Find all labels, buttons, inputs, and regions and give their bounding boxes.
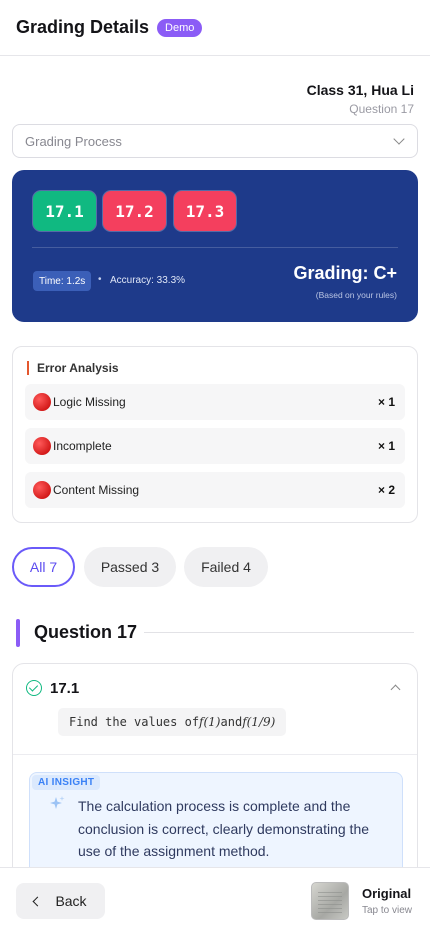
sub-question-id: 17.1 xyxy=(50,680,80,697)
demo-badge: Demo xyxy=(157,18,203,37)
error-count: × 2 xyxy=(377,483,395,497)
math-f2: f(1/9) xyxy=(242,715,276,729)
chevron-left-icon xyxy=(32,896,43,906)
question-prompt: Find the values of f(1) and f(1/9) xyxy=(58,708,287,736)
grade-note: (Based on your rules) xyxy=(315,290,397,300)
math-f1: f(1) xyxy=(199,715,221,729)
red-circle-icon xyxy=(33,437,51,455)
filter-tab-all[interactable]: All 7 xyxy=(12,547,75,587)
divider xyxy=(13,754,417,755)
sub-question-chip-17-1[interactable]: 17.1 xyxy=(33,191,96,231)
prompt-text: Find the values of xyxy=(69,715,200,729)
bottom-bar: Back Original Tap to view xyxy=(0,867,430,932)
grading-summary-card: 17.1 17.2 17.3 Time: 1.2s • Accuracy: 33… xyxy=(12,170,418,322)
error-count: × 1 xyxy=(377,439,395,453)
back-label: Back xyxy=(55,893,87,909)
sub-question-chip-17-2[interactable]: 17.2 xyxy=(103,191,166,231)
question-title: Question 17 xyxy=(34,622,138,642)
error-item: Logic Missing × 1 xyxy=(25,384,405,420)
student-name: Class 31, Hua Li xyxy=(306,82,414,98)
filter-tab-passed[interactable]: Passed 3 xyxy=(84,547,176,587)
error-count: × 1 xyxy=(377,395,395,409)
divider xyxy=(32,247,398,248)
ai-insight-label: AI INSIGHT xyxy=(32,775,101,790)
check-circle-icon xyxy=(26,680,42,696)
separator-dot: • xyxy=(98,274,102,285)
filter-tab-failed[interactable]: Failed 4 xyxy=(184,547,268,587)
original-image-thumbnail[interactable] xyxy=(311,882,349,920)
accuracy-text: Accuracy: 33.3% xyxy=(110,275,186,286)
red-circle-icon xyxy=(33,481,51,499)
error-item: Incomplete × 1 xyxy=(25,428,405,464)
back-button[interactable]: Back xyxy=(16,883,105,919)
ai-insight-text: The calculation process is complete and … xyxy=(78,798,370,859)
error-label: Logic Missing xyxy=(53,395,126,409)
divider xyxy=(144,632,414,633)
error-item: Content Missing × 2 xyxy=(25,472,405,508)
app-header: Grading Details Demo xyxy=(0,0,430,56)
original-title[interactable]: Original xyxy=(362,886,411,901)
original-subtitle: Tap to view xyxy=(362,905,413,916)
red-circle-icon xyxy=(33,393,51,411)
error-analysis-card: Error Analysis Logic Missing × 1 Incompl… xyxy=(12,346,418,523)
sub-question-chip-17-3[interactable]: 17.3 xyxy=(174,191,236,231)
student-info: Class 31, Hua Li Question 17 xyxy=(307,82,414,116)
grading-process-select[interactable]: Grading Process xyxy=(12,124,418,158)
page-title: Grading Details xyxy=(16,17,150,37)
time-badge: Time: 1.2s xyxy=(33,271,92,291)
error-label: Content Missing xyxy=(53,483,140,497)
grade-result: Grading: C+ xyxy=(293,263,397,283)
error-label: Incomplete xyxy=(53,439,112,453)
error-analysis-title: Error Analysis xyxy=(27,361,119,375)
chevron-down-icon xyxy=(393,133,405,145)
chevron-up-icon[interactable] xyxy=(390,684,401,695)
prompt-and: and xyxy=(220,715,243,729)
section-accent-bar xyxy=(16,619,20,647)
select-value: Grading Process xyxy=(25,133,122,149)
sparkle-icon xyxy=(50,796,65,809)
question-number: Question 17 xyxy=(349,102,414,116)
